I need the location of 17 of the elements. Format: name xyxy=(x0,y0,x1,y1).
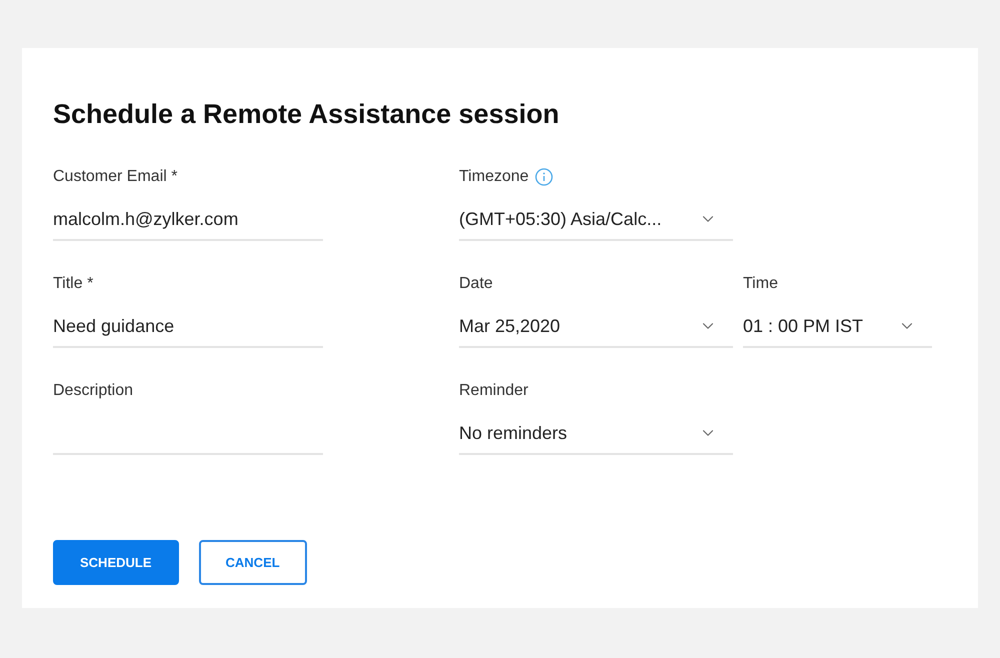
dropdown-field[interactable]: No reminders xyxy=(459,413,733,455)
input-field[interactable]: Need guidance xyxy=(53,306,323,348)
dropdown-field[interactable]: (GMT+05:30) Asia/Calc... xyxy=(459,199,733,241)
field-label: Title * xyxy=(53,274,94,294)
info-icon[interactable] xyxy=(534,168,553,186)
field-label: Time xyxy=(743,274,778,294)
cancel-button[interactable]: CANCEL xyxy=(198,540,307,585)
field-label: Timezone xyxy=(459,167,529,187)
field-label: Reminder xyxy=(459,381,528,401)
dropdown-field[interactable]: Mar 25,2020 xyxy=(459,306,733,348)
field-label: Description xyxy=(53,381,134,401)
field-label: Customer Email * xyxy=(53,167,178,187)
dialog-title: Schedule a Remote Assistance session xyxy=(53,98,560,130)
dropdown-field[interactable]: 01 : 00 PM IST xyxy=(743,306,932,348)
field-label: Date xyxy=(459,274,493,294)
input-field[interactable]: malcolm.h@zylker.com xyxy=(53,199,323,241)
schedule-button[interactable]: SCHEDULE xyxy=(53,540,179,585)
